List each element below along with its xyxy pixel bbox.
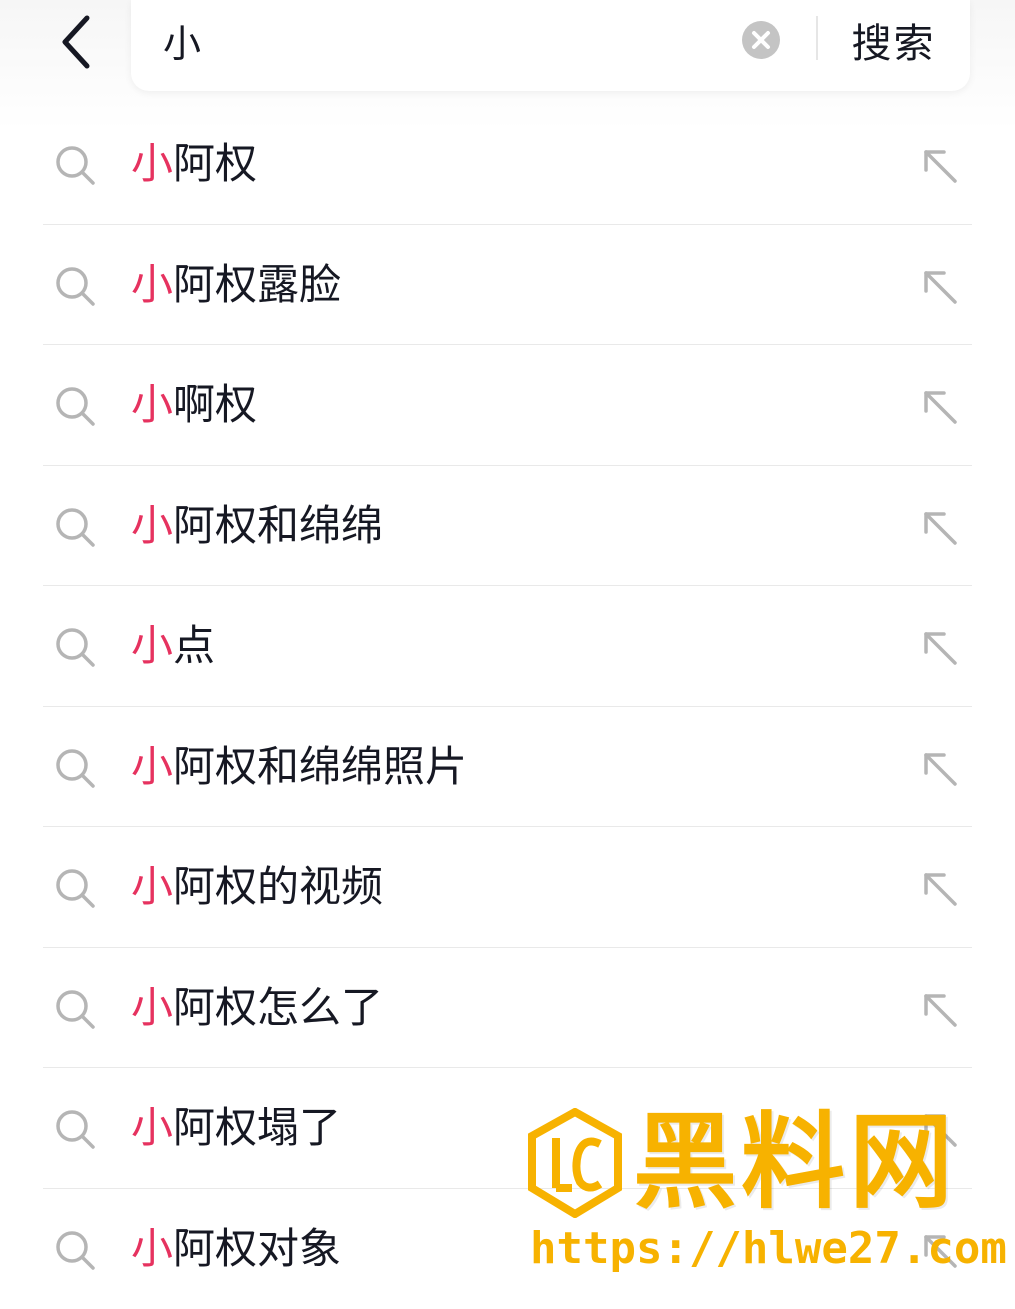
- search-divider: [816, 16, 818, 60]
- suggestion-match: 小: [131, 501, 173, 550]
- clear-icon[interactable]: [741, 20, 781, 60]
- suggestion-rest: 阿权的视频: [173, 862, 383, 911]
- suggestion-label: 小阿权和绵绵: [131, 496, 383, 556]
- suggestion-label: 小啊权: [131, 375, 257, 435]
- suggestion-rest: 阿权和绵绵照片: [173, 742, 467, 791]
- arrow-up-left-icon[interactable]: [920, 146, 960, 186]
- arrow-up-left-icon[interactable]: [920, 990, 960, 1030]
- search-input[interactable]: [163, 14, 723, 66]
- arrow-up-left-icon[interactable]: [920, 508, 960, 548]
- suggestion-item[interactable]: 小啊权: [0, 345, 1015, 466]
- chevron-left-icon: [55, 10, 95, 70]
- suggestion-rest: 阿权对象: [173, 1224, 341, 1273]
- search-box: 搜索: [131, 0, 970, 91]
- suggestion-item[interactable]: 小阿权怎么了: [0, 948, 1015, 1069]
- suggestion-item[interactable]: 小阿权对象: [0, 1189, 1015, 1309]
- search-icon: [54, 626, 96, 668]
- suggestion-match: 小: [131, 983, 173, 1032]
- suggestion-rest: 阿权怎么了: [173, 983, 383, 1032]
- suggestion-rest: 点: [173, 621, 215, 670]
- suggestion-item[interactable]: 小阿权: [0, 104, 1015, 225]
- suggestion-label: 小阿权怎么了: [131, 978, 383, 1038]
- suggestion-match: 小: [131, 1224, 173, 1273]
- suggestion-match: 小: [131, 621, 173, 670]
- suggestion-item[interactable]: 小阿权和绵绵: [0, 466, 1015, 587]
- arrow-up-left-icon[interactable]: [920, 387, 960, 427]
- suggestion-match: 小: [131, 862, 173, 911]
- search-icon: [54, 867, 96, 909]
- suggestion-label: 小阿权和绵绵照片: [131, 737, 467, 797]
- arrow-up-left-icon[interactable]: [920, 628, 960, 668]
- suggestion-match: 小: [131, 742, 173, 791]
- suggestion-label: 小点: [131, 616, 215, 676]
- arrow-up-left-icon[interactable]: [920, 1231, 960, 1271]
- search-icon: [54, 385, 96, 427]
- suggestion-label: 小阿权: [131, 134, 257, 194]
- arrow-up-left-icon[interactable]: [920, 869, 960, 909]
- arrow-up-left-icon[interactable]: [920, 267, 960, 307]
- suggestion-rest: 阿权: [173, 139, 257, 188]
- arrow-up-left-icon[interactable]: [920, 749, 960, 789]
- suggestion-rest: 阿权露脸: [173, 260, 341, 309]
- suggestion-item[interactable]: 小阿权和绵绵照片: [0, 707, 1015, 828]
- suggestion-match: 小: [131, 260, 173, 309]
- suggestion-match: 小: [131, 139, 173, 188]
- search-icon: [54, 144, 96, 186]
- suggestion-list: 小阿权 小阿权露脸 小啊权 小阿权和绵绵 小点 小阿权和绵绵照片 小阿权的视频 …: [0, 104, 1015, 1309]
- search-icon: [54, 1108, 96, 1150]
- suggestion-rest: 阿权和绵绵: [173, 501, 383, 550]
- search-button[interactable]: 搜索: [836, 10, 951, 70]
- suggestion-label: 小阿权露脸: [131, 255, 341, 315]
- arrow-up-left-icon[interactable]: [920, 1110, 960, 1150]
- search-icon: [54, 506, 96, 548]
- suggestion-label: 小阿权塌了: [131, 1098, 341, 1158]
- suggestion-rest: 啊权: [173, 380, 257, 429]
- suggestion-label: 小阿权对象: [131, 1219, 341, 1279]
- suggestion-match: 小: [131, 380, 173, 429]
- search-icon: [54, 747, 96, 789]
- suggestion-item[interactable]: 小点: [0, 586, 1015, 707]
- search-icon: [54, 988, 96, 1030]
- search-icon: [54, 1229, 96, 1271]
- suggestion-item[interactable]: 小阿权的视频: [0, 827, 1015, 948]
- suggestion-item[interactable]: 小阿权露脸: [0, 225, 1015, 346]
- suggestion-rest: 阿权塌了: [173, 1103, 341, 1152]
- back-button[interactable]: [40, 0, 110, 80]
- suggestion-item[interactable]: 小阿权塌了: [0, 1068, 1015, 1189]
- suggestion-match: 小: [131, 1103, 173, 1152]
- suggestion-label: 小阿权的视频: [131, 857, 383, 917]
- search-icon: [54, 265, 96, 307]
